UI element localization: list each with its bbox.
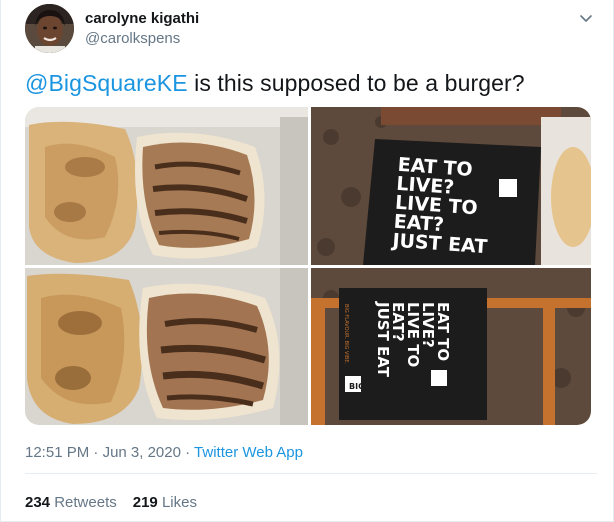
- meta-separator: ·: [89, 444, 103, 461]
- media-grid: EAT TO LIVE? LIVE TO EAT? JUST EAT EAT T…: [25, 107, 591, 425]
- box-slogan-2: EAT TO LIVE? LIVE TO EAT? JUST EAT: [374, 302, 452, 377]
- retweets-count: 234: [25, 494, 51, 511]
- author-display-name[interactable]: carolyne kigathi: [85, 10, 199, 27]
- box-slogan-1: EAT TO LIVE? LIVE TO EAT? JUST EAT: [391, 153, 488, 259]
- box-qr-icon-1: [499, 179, 517, 197]
- likes-count: 219: [132, 494, 158, 511]
- photo-box-1[interactable]: EAT TO LIVE? LIVE TO EAT? JUST EAT: [311, 107, 591, 265]
- tweet-text: @BigSquareKE is this supposed to be a bu…: [25, 70, 525, 97]
- avatar[interactable]: [25, 4, 74, 53]
- profile-photo: [25, 4, 74, 53]
- photo-box-2[interactable]: EAT TO LIVE? LIVE TO EAT? JUST EAT BIG B…: [311, 268, 591, 425]
- engagement-stats: 234 Retweets 219 Likes: [25, 494, 213, 511]
- tweet-date[interactable]: Jun 3, 2020: [103, 444, 181, 461]
- tweet-time[interactable]: 12:51 PM: [25, 444, 89, 461]
- tweet-body: is this supposed to be a burger?: [187, 70, 525, 96]
- more-options-button[interactable]: [577, 10, 595, 28]
- tweet-card: carolyne kigathi @carolkspens @BigSquare…: [0, 0, 614, 522]
- photo-burger-open-2[interactable]: [25, 268, 308, 425]
- photo-burger-open-1[interactable]: [25, 107, 308, 265]
- meta-separator-2: ·: [180, 444, 195, 461]
- chevron-down-icon: [580, 15, 592, 22]
- tweet-meta: 12:51 PM · Jun 3, 2020 · Twitter Web App: [25, 444, 303, 461]
- box-side-text: BIG FLAVOUR. BIG VIBE.: [343, 304, 349, 365]
- divider: [25, 473, 597, 474]
- author-handle[interactable]: @carolkspens: [85, 30, 180, 47]
- likes-label: Likes: [161, 494, 197, 511]
- likes-stat[interactable]: 219 Likes: [133, 494, 197, 511]
- retweets-stat[interactable]: 234 Retweets: [25, 494, 117, 511]
- retweets-label: Retweets: [54, 494, 117, 511]
- source-app-link[interactable]: Twitter Web App: [194, 444, 303, 461]
- box-logo: BIG: [349, 382, 365, 391]
- mention-link[interactable]: @BigSquareKE: [25, 70, 188, 96]
